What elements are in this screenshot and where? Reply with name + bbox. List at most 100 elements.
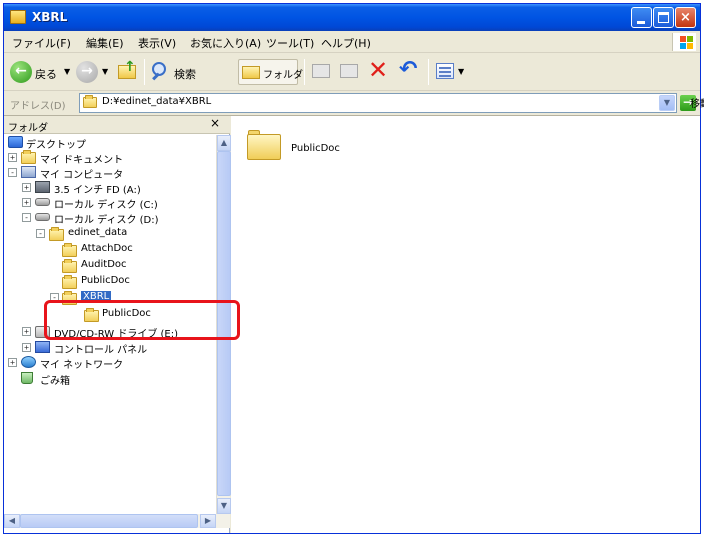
close-button[interactable]: × [675, 7, 696, 28]
forward-button[interactable]: → ▼ [76, 59, 110, 85]
folder-icon[interactable] [247, 130, 281, 160]
dvd-drive-icon [35, 326, 50, 338]
menu-edit[interactable]: 編集(E) [86, 35, 124, 51]
expand-plus-icon[interactable]: + [22, 343, 31, 352]
close-pane-icon[interactable]: × [210, 116, 220, 130]
tree-item-label: コントロール パネル [54, 345, 148, 356]
expand-plus-icon[interactable]: + [8, 358, 17, 367]
up-folder-button[interactable]: ↑ [116, 59, 140, 85]
close-icon: × [680, 10, 691, 25]
address-input[interactable]: D:¥edinet_data¥XBRL ▼ [79, 93, 677, 113]
folders-label: フォルダ [263, 70, 303, 81]
delete-button[interactable]: ✕ [368, 56, 394, 85]
folders-button[interactable]: フォルダ [238, 59, 303, 85]
address-bar: アドレス(D) D:¥edinet_data¥XBRL ▼ → [4, 91, 700, 116]
address-label: アドレス(D) [10, 101, 66, 112]
folder-tree: デスクトップ + マイ ドキュメント - マイ コンピュータ + 3.5 インチ… [4, 135, 216, 514]
tree-item-label: マイ ネットワーク [40, 360, 124, 371]
tree-item-auditdoc[interactable]: AuditDoc [4, 258, 216, 274]
expand-plus-icon[interactable]: + [22, 327, 31, 336]
tree-item-label: ごみ箱 [40, 376, 70, 387]
back-button[interactable]: ← 戻る ▼ [10, 59, 72, 85]
scroll-up-icon[interactable]: ▲ [217, 135, 231, 151]
search-label: 検索 [174, 68, 196, 81]
network-icon [21, 356, 36, 368]
chevron-down-icon[interactable]: ▼ [64, 67, 70, 76]
tree-item-label: デスクトップ [26, 140, 86, 151]
title-bar[interactable]: XBRL × [4, 4, 700, 31]
recycle-bin-icon [21, 372, 33, 384]
tree-item-label: PublicDoc [81, 275, 130, 286]
expand-plus-icon[interactable]: + [22, 183, 31, 192]
tree-item-my-documents[interactable]: + マイ ドキュメント [4, 150, 216, 166]
hard-disk-icon [35, 198, 50, 206]
views-button[interactable]: ▼ [434, 59, 470, 85]
scroll-left-icon[interactable]: ◀ [4, 514, 20, 528]
collapse-minus-icon[interactable]: - [22, 213, 31, 222]
tree-item-control-panel[interactable]: + コントロール パネル [4, 340, 216, 356]
expand-plus-icon[interactable]: + [22, 198, 31, 207]
tree-item-my-computer[interactable]: - マイ コンピュータ [4, 165, 216, 181]
tree-item-publicdoc[interactable]: PublicDoc [4, 274, 216, 290]
move-to-icon [312, 64, 330, 78]
chevron-down-icon[interactable]: ▼ [102, 67, 108, 76]
tree-item-label: PublicDoc [102, 308, 151, 319]
explorer-window: XBRL × ファイル(F) 編集(E) 表示(V) お気に入り(A) ツール(… [3, 3, 701, 534]
tree-horizontal-scrollbar[interactable]: ◀ ▶ [4, 514, 230, 528]
tree-item-label: マイ コンピュータ [40, 170, 124, 181]
collapse-minus-icon[interactable]: - [50, 293, 59, 302]
tree-item-edinet-data[interactable]: - edinet_data [4, 226, 216, 242]
views-icon [436, 63, 454, 79]
tree-item-label: DVD/CD-RW ドライブ (E:) [54, 329, 179, 340]
menu-view[interactable]: 表示(V) [138, 35, 176, 51]
tree-item-recycle-bin[interactable]: ごみ箱 [4, 371, 216, 387]
folder-icon [62, 275, 77, 289]
search-button[interactable]: 検索 [150, 59, 230, 85]
forward-arrow-icon: → [76, 61, 98, 83]
minimize-icon [637, 21, 645, 24]
tree-item-floppy[interactable]: + 3.5 インチ FD (A:) [4, 180, 216, 196]
scroll-thumb[interactable] [20, 514, 198, 528]
folders-pane-title: フォルダ [8, 123, 48, 134]
tree-item-label: ローカル ディスク (D:) [54, 215, 159, 226]
tree-item-dvd-drive[interactable]: + DVD/CD-RW ドライブ (E:) [4, 324, 216, 340]
undo-icon: ↶ [399, 57, 418, 82]
tree-item-label: AuditDoc [81, 259, 127, 270]
copy-to-button[interactable] [338, 59, 362, 85]
chevron-down-icon[interactable]: ▼ [458, 67, 464, 76]
tree-vertical-scrollbar[interactable]: ▲ ▼ [216, 135, 231, 514]
folders-pane: フォルダ × デスクトップ + マイ ドキュメント - マイ コンピュータ + … [4, 116, 231, 533]
scroll-thumb[interactable] [217, 151, 231, 496]
floppy-icon [35, 181, 50, 193]
menu-help[interactable]: ヘルプ(H) [321, 35, 371, 51]
menu-bar: ファイル(F) 編集(E) 表示(V) お気に入り(A) ツール(T) ヘルプ(… [4, 31, 700, 53]
tree-item-label: マイ ドキュメント [40, 155, 124, 166]
folder-icon [62, 259, 77, 273]
tree-item-label: ローカル ディスク (C:) [54, 200, 158, 211]
tree-item-xbrl-publicdoc[interactable]: PublicDoc [4, 307, 216, 323]
folder-item-label[interactable]: PublicDoc [291, 143, 340, 154]
collapse-minus-icon[interactable]: - [8, 168, 17, 177]
menu-favorites[interactable]: お気に入り(A) [190, 35, 261, 51]
tree-item-disk-d[interactable]: - ローカル ディスク (D:) [4, 210, 216, 226]
menu-tools[interactable]: ツール(T) [266, 35, 314, 51]
menu-file[interactable]: ファイル(F) [12, 35, 71, 51]
tree-item-desktop[interactable]: デスクトップ [4, 135, 216, 151]
go-label[interactable]: 移動 [690, 95, 704, 110]
maximize-button[interactable] [653, 7, 674, 28]
folders-pane-header: フォルダ × [4, 116, 230, 134]
tree-item-attachdoc[interactable]: AttachDoc [4, 242, 216, 258]
folder-open-icon [83, 95, 97, 108]
tree-item-disk-c[interactable]: + ローカル ディスク (C:) [4, 195, 216, 211]
tree-item-xbrl[interactable]: - XBRL [4, 290, 216, 306]
scroll-right-icon[interactable]: ▶ [200, 514, 216, 528]
expand-plus-icon[interactable]: + [8, 153, 17, 162]
delete-x-icon: ✕ [368, 56, 389, 84]
scroll-down-icon[interactable]: ▼ [217, 498, 231, 514]
minimize-button[interactable] [631, 7, 652, 28]
undo-button[interactable]: ↶ [398, 57, 422, 85]
move-to-button[interactable] [310, 59, 334, 85]
collapse-minus-icon[interactable]: - [36, 229, 45, 238]
tree-item-network[interactable]: + マイ ネットワーク [4, 355, 216, 371]
address-dropdown-button[interactable]: ▼ [659, 95, 675, 111]
